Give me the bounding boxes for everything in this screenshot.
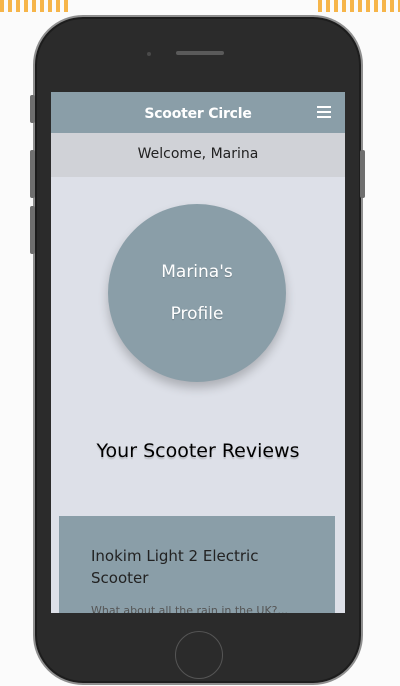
review-title: Inokim Light 2 Electric Scooter [91, 547, 259, 587]
profile-line-1: Marina's [161, 262, 233, 282]
page: Scooter Circle Welcome, Marina Marina's … [0, 0, 400, 686]
top-navigation-bar: Scooter Circle [51, 92, 345, 133]
top-left-decorative-stripe [0, 0, 70, 12]
profile-link[interactable]: Marina's Profile [108, 204, 286, 382]
reviews-heading: Your Scooter Reviews [96, 440, 300, 462]
camera-icon [147, 52, 151, 56]
profile-label: Marina's Profile [137, 251, 257, 335]
hamburger-menu-icon[interactable] [317, 106, 331, 118]
phone-home-button[interactable] [175, 631, 223, 679]
speaker-grille [176, 51, 224, 55]
menu-line [317, 106, 331, 108]
profile-line-2: Profile [170, 304, 224, 324]
app-title: Scooter Circle [144, 106, 252, 122]
review-snippet: What about all the rain in the UK?... [91, 604, 288, 613]
review-card[interactable]: Inokim Light 2 Electric Scooter What abo… [59, 516, 335, 613]
app-screen: Scooter Circle Welcome, Marina Marina's … [51, 92, 345, 613]
menu-line [317, 111, 331, 113]
phone-power-button [360, 150, 365, 198]
welcome-banner: Welcome, Marina [51, 133, 345, 177]
phone-mute-switch [30, 95, 35, 123]
top-right-decorative-stripe [318, 0, 400, 12]
phone-volume-down-button [30, 206, 35, 254]
menu-line [317, 116, 331, 118]
phone-volume-up-button [30, 150, 35, 198]
